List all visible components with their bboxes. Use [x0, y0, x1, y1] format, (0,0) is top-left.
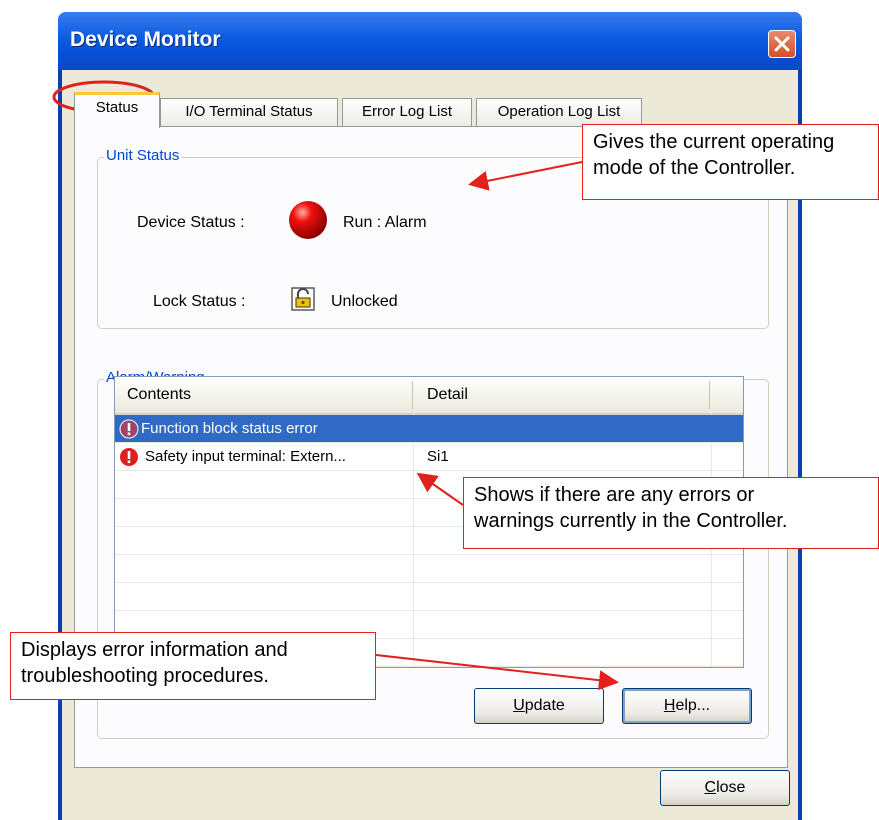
annotation-errors-line-2: warnings currently in the Controller. — [474, 510, 788, 532]
annotation-help: Displays error information and troublesh… — [10, 632, 376, 700]
help-arrow — [375, 654, 619, 691]
errors-arrow — [416, 472, 464, 506]
annotation-operating-mode-line-1: Gives the current operating — [593, 131, 835, 153]
annotation-operating-mode: Gives the current operating mode of the … — [582, 124, 879, 200]
annotation-errors-line-1: Shows if there are any errors or — [474, 484, 755, 506]
annotation-operating-mode-line-2: mode of the Controller. — [593, 157, 796, 179]
annotation-help-line-2: troubleshooting procedures. — [21, 665, 269, 687]
annotation-errors: Shows if there are any errors or warning… — [463, 477, 879, 549]
operating-mode-arrow — [468, 161, 583, 191]
tab-status[interactable]: Status — [74, 92, 160, 128]
tab-status-label: Status — [95, 99, 139, 116]
annotation-help-line-1: Displays error information and — [21, 639, 288, 661]
